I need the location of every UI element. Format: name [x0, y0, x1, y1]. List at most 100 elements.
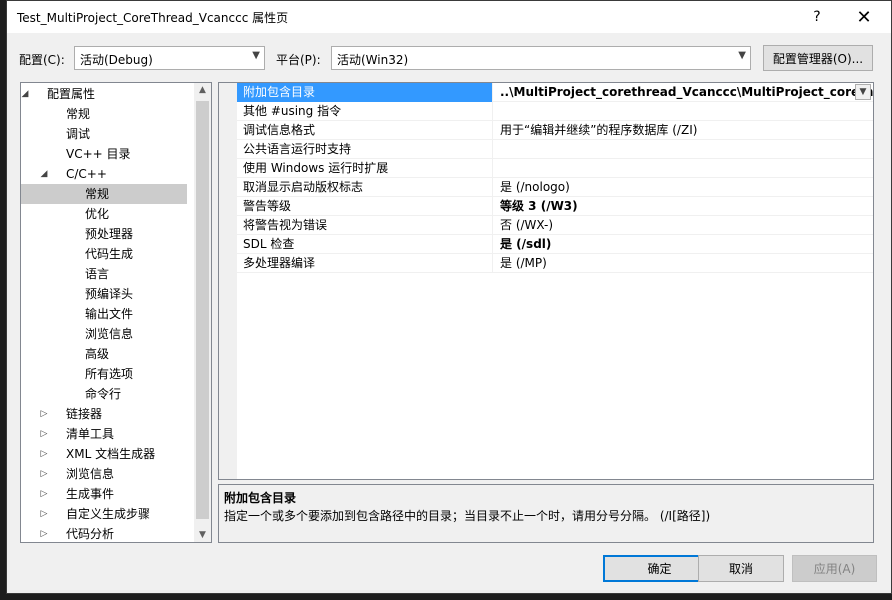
tree-item-label: C/C++ — [66, 167, 107, 181]
property-row[interactable]: 将警告视为错误否 (/WX-) — [237, 216, 873, 235]
tree-item[interactable]: 所有选项 — [21, 364, 187, 384]
tree-scrollbar[interactable]: ▲ ▼ — [194, 83, 211, 542]
expand-arrow-icon[interactable]: ▷ — [38, 524, 50, 542]
tree-item[interactable]: ▷ 自定义生成步骤 — [21, 504, 187, 524]
property-name: 警告等级 — [237, 197, 493, 216]
collapse-arrow-icon[interactable]: ◢ — [21, 84, 31, 104]
description-text: 指定一个或多个要添加到包含路径中的目录；当目录不止一个时，请用分号分隔。 (/I… — [224, 509, 711, 523]
tree-item-label: 命令行 — [85, 387, 122, 401]
configuration-combo[interactable]: 活动(Debug) ▼ — [74, 46, 265, 70]
property-row[interactable]: 多处理器编译是 (/MP) — [237, 254, 873, 273]
window-title: Test_MultiProject_CoreThread_Vcanccc 属性页 — [17, 11, 289, 25]
property-name: 调试信息格式 — [237, 121, 493, 140]
apply-button[interactable]: 应用(A) — [792, 555, 877, 582]
tree-item-label: 语言 — [85, 267, 110, 281]
tree-item[interactable]: 调试 — [21, 124, 187, 144]
tree-item[interactable]: ▷ 链接器 — [21, 404, 187, 424]
tree-item-label: 常规 — [85, 187, 110, 201]
property-value[interactable]: 是 (/MP) — [494, 254, 873, 273]
grid-gutter — [219, 83, 237, 479]
title-bar: Test_MultiProject_CoreThread_Vcanccc 属性页… — [7, 1, 891, 33]
description-panel: 附加包含目录 指定一个或多个要添加到包含路径中的目录；当目录不止一个时，请用分号… — [218, 484, 874, 543]
expand-arrow-icon[interactable]: ▷ — [38, 464, 50, 484]
platform-label: 平台(P): — [276, 53, 321, 67]
expand-arrow-icon[interactable]: ▷ — [38, 504, 50, 524]
property-pages-dialog: Test_MultiProject_CoreThread_Vcanccc 属性页… — [6, 0, 892, 594]
property-value[interactable]: 是 (/nologo) — [494, 178, 873, 197]
tree-item[interactable]: 优化 — [21, 204, 187, 224]
property-name: 附加包含目录 — [237, 83, 493, 102]
tree-item-label: 链接器 — [66, 407, 103, 421]
tree-item[interactable]: 语言 — [21, 264, 187, 284]
tree-item[interactable]: 常规 — [21, 104, 187, 124]
collapse-arrow-icon[interactable]: ◢ — [38, 164, 50, 184]
configuration-label: 配置(C): — [19, 53, 65, 67]
expand-arrow-icon[interactable]: ▷ — [38, 444, 50, 464]
property-value[interactable] — [494, 102, 873, 121]
property-name: 将警告视为错误 — [237, 216, 493, 235]
tree-item-label: 输出文件 — [85, 307, 134, 321]
expand-arrow-icon[interactable]: ▷ — [38, 404, 50, 424]
property-row[interactable]: 公共语言运行时支持 — [237, 140, 873, 159]
tree-item[interactable]: ▷ 生成事件 — [21, 484, 187, 504]
property-value[interactable]: ..\MultiProject_corethread_Vcanccc\Multi… — [494, 83, 873, 102]
tree-item[interactable]: 命令行 — [21, 384, 187, 404]
tree-item-label: 高级 — [85, 347, 110, 361]
tree-item-label: 代码分析 — [66, 527, 115, 541]
description-title: 附加包含目录 — [224, 491, 297, 505]
tree-item[interactable]: ▷ XML 文档生成器 — [21, 444, 187, 464]
tree-item-label: 常规 — [66, 107, 91, 121]
property-row[interactable]: 附加包含目录 ..\MultiProject_corethread_Vcanccc… — [237, 83, 873, 102]
property-name: 公共语言运行时支持 — [237, 140, 493, 159]
tree-item-label: 调试 — [66, 127, 91, 141]
tree-item[interactable]: ▷ 清单工具 — [21, 424, 187, 444]
tree-item[interactable]: ▷ 代码分析 — [21, 524, 187, 542]
property-name: 取消显示启动版权标志 — [237, 178, 493, 197]
property-value[interactable] — [494, 159, 873, 178]
property-value[interactable]: 否 (/WX-) — [494, 216, 873, 235]
property-tree: ◢ 配置属性 常规 调试 VC++ 目录 ◢ C/C++ 常规 优化 预处理器 代码生成 语言 预编译头… — [20, 82, 212, 543]
property-name: 多处理器编译 — [237, 254, 493, 273]
scroll-thumb[interactable] — [196, 101, 209, 519]
tree-item-label: 生成事件 — [66, 487, 115, 501]
configuration-row: 配置(C): 活动(Debug) ▼ 平台(P): 活动(Win32) ▼ 配置… — [7, 45, 891, 71]
tree-item[interactable]: 预处理器 — [21, 224, 187, 244]
tree-item[interactable]: 预编译头 — [21, 284, 187, 304]
tree-item[interactable]: 输出文件 — [21, 304, 187, 324]
expand-arrow-icon[interactable]: ▷ — [38, 424, 50, 444]
cancel-button[interactable]: 取消 — [698, 555, 784, 582]
tree-item-label: XML 文档生成器 — [66, 447, 156, 461]
configuration-manager-button[interactable]: 配置管理器(O)... — [763, 45, 873, 71]
property-row[interactable]: 调试信息格式 用于“编辑并继续”的程序数据库 (/ZI) — [237, 121, 873, 140]
tree-item-label: 浏览信息 — [66, 467, 115, 481]
property-row[interactable]: 警告等级 等级 3 (/W3) — [237, 197, 873, 216]
close-button[interactable]: ✕ — [841, 1, 887, 33]
property-row[interactable]: 使用 Windows 运行时扩展 — [237, 159, 873, 178]
property-name: 使用 Windows 运行时扩展 — [237, 159, 493, 178]
tree-item[interactable]: 高级 — [21, 344, 187, 364]
property-name: SDL 检查 — [237, 235, 493, 254]
property-grid: 附加包含目录 ..\MultiProject_corethread_Vcanccc… — [218, 82, 874, 480]
tree-item[interactable]: 浏览信息 — [21, 324, 187, 344]
tree-item[interactable]: ◢ 配置属性 — [21, 84, 187, 104]
tree-item[interactable]: VC++ 目录 — [21, 144, 187, 164]
property-row[interactable]: 其他 #using 指令 — [237, 102, 873, 121]
property-value[interactable]: 是 (/sdl) — [494, 235, 873, 254]
expand-arrow-icon[interactable]: ▷ — [38, 484, 50, 504]
help-button[interactable]: ? — [797, 1, 837, 33]
tree-item[interactable]: ◢ C/C++ — [21, 164, 187, 184]
tree-item[interactable]: ▷ 浏览信息 — [21, 464, 187, 484]
scroll-down-icon[interactable]: ▼ — [194, 530, 211, 540]
platform-combo[interactable]: 活动(Win32) ▼ — [331, 46, 751, 70]
property-row[interactable]: 取消显示启动版权标志是 (/nologo) — [237, 178, 873, 197]
property-value[interactable]: 用于“编辑并继续”的程序数据库 (/ZI) — [494, 121, 873, 140]
configuration-value: 活动(Debug) — [80, 53, 153, 67]
scroll-up-icon[interactable]: ▲ — [194, 85, 211, 95]
property-row[interactable]: SDL 检查是 (/sdl) — [237, 235, 873, 254]
tree-item-label: 预处理器 — [85, 227, 134, 241]
chevron-down-icon[interactable]: ▼ — [855, 84, 871, 100]
tree-item[interactable]: 代码生成 — [21, 244, 187, 264]
tree-item[interactable]: 常规 — [21, 184, 187, 204]
property-value[interactable]: 等级 3 (/W3) — [494, 197, 873, 216]
property-value[interactable] — [494, 140, 873, 159]
